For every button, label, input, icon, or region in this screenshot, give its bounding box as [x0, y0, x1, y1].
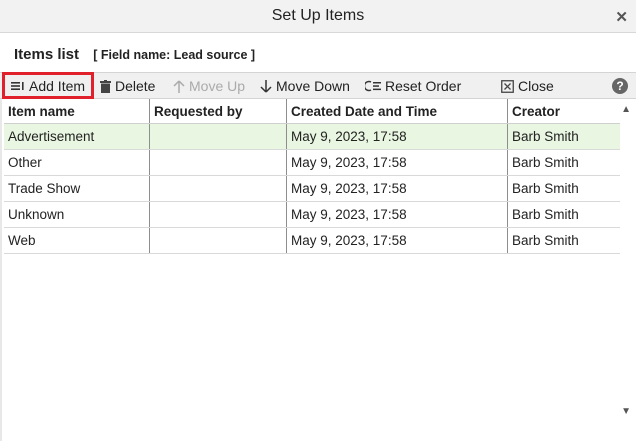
col-header-item-name[interactable]: Item name: [4, 99, 150, 124]
cell-creator[interactable]: Barb Smith: [507, 123, 620, 150]
add-item-button[interactable]: Add Item: [2, 72, 95, 99]
move-down-button[interactable]: Move Down: [260, 76, 350, 96]
cell-item-name[interactable]: Unknown: [4, 201, 150, 228]
left-edge: [0, 99, 2, 441]
move-down-label: Move Down: [276, 78, 350, 94]
close-label: Close: [518, 78, 554, 94]
cell-creator[interactable]: Barb Smith: [507, 149, 620, 176]
cell-requested-by[interactable]: [149, 149, 287, 176]
col-header-requested-by[interactable]: Requested by: [149, 99, 287, 124]
toolbar: Add Item Delete Move Up Move Down Reset …: [0, 72, 636, 99]
cell-item-name[interactable]: Web: [4, 227, 150, 254]
cell-created[interactable]: May 9, 2023, 17:58: [286, 227, 508, 254]
move-up-label: Move Up: [189, 78, 246, 94]
col-header-created[interactable]: Created Date and Time: [286, 99, 508, 124]
delete-label: Delete: [115, 78, 156, 94]
cell-created[interactable]: May 9, 2023, 17:58: [286, 149, 508, 176]
items-grid: Item name Requested by Created Date and …: [4, 99, 620, 254]
close-button[interactable]: Close: [501, 76, 554, 96]
cell-creator[interactable]: Barb Smith: [507, 175, 620, 202]
title-bar: Set Up Items ✕: [0, 0, 636, 33]
close-box-icon: [501, 79, 514, 93]
table-row[interactable]: Unknown May 9, 2023, 17:58 Barb Smith: [4, 201, 620, 228]
cell-item-name[interactable]: Advertisement: [4, 123, 150, 150]
reset-order-icon: [365, 80, 381, 92]
reset-order-label: Reset Order: [385, 78, 462, 94]
cell-requested-by[interactable]: [149, 123, 287, 150]
cell-item-name[interactable]: Other: [4, 149, 150, 176]
arrow-up-icon: [173, 79, 185, 93]
cell-requested-by[interactable]: [149, 227, 287, 254]
cell-requested-by[interactable]: [149, 175, 287, 202]
arrow-down-icon: [260, 79, 272, 93]
move-up-button[interactable]: Move Up: [173, 76, 245, 96]
field-name-label: [ Field name: Lead source ]: [93, 48, 256, 62]
window-title: Set Up Items: [271, 7, 365, 24]
scroll-down-arrow-icon[interactable]: ▼: [621, 406, 631, 417]
cell-created[interactable]: May 9, 2023, 17:58: [286, 123, 508, 150]
list-add-icon: [11, 81, 24, 90]
items-header: Items list [ Field name: Lead source ]: [14, 46, 255, 63]
help-icon[interactable]: ?: [612, 78, 628, 94]
cell-creator[interactable]: Barb Smith: [507, 227, 620, 254]
cell-requested-by[interactable]: [149, 201, 287, 228]
items-table: Item name Requested by Created Date and …: [4, 99, 620, 254]
reset-order-button[interactable]: Reset Order: [365, 76, 461, 96]
header-row: Item name Requested by Created Date and …: [4, 99, 620, 124]
cell-created[interactable]: May 9, 2023, 17:58: [286, 175, 508, 202]
delete-button[interactable]: Delete: [100, 76, 155, 96]
col-header-creator[interactable]: Creator: [507, 99, 620, 124]
items-list-title: Items list: [14, 46, 80, 63]
cell-creator[interactable]: Barb Smith: [507, 201, 620, 228]
add-item-label: Add Item: [29, 77, 86, 94]
close-window-icon[interactable]: ✕: [615, 8, 628, 26]
table-row[interactable]: Advertisement May 9, 2023, 17:58 Barb Sm…: [4, 123, 620, 150]
table-row[interactable]: Other May 9, 2023, 17:58 Barb Smith: [4, 149, 620, 176]
scroll-up-arrow-icon[interactable]: ▲: [621, 104, 631, 115]
table-row[interactable]: Trade Show May 9, 2023, 17:58 Barb Smith: [4, 175, 620, 202]
cell-created[interactable]: May 9, 2023, 17:58: [286, 201, 508, 228]
table-row[interactable]: Web May 9, 2023, 17:58 Barb Smith: [4, 227, 620, 254]
cell-item-name[interactable]: Trade Show: [4, 175, 150, 202]
trash-icon: [100, 79, 111, 93]
